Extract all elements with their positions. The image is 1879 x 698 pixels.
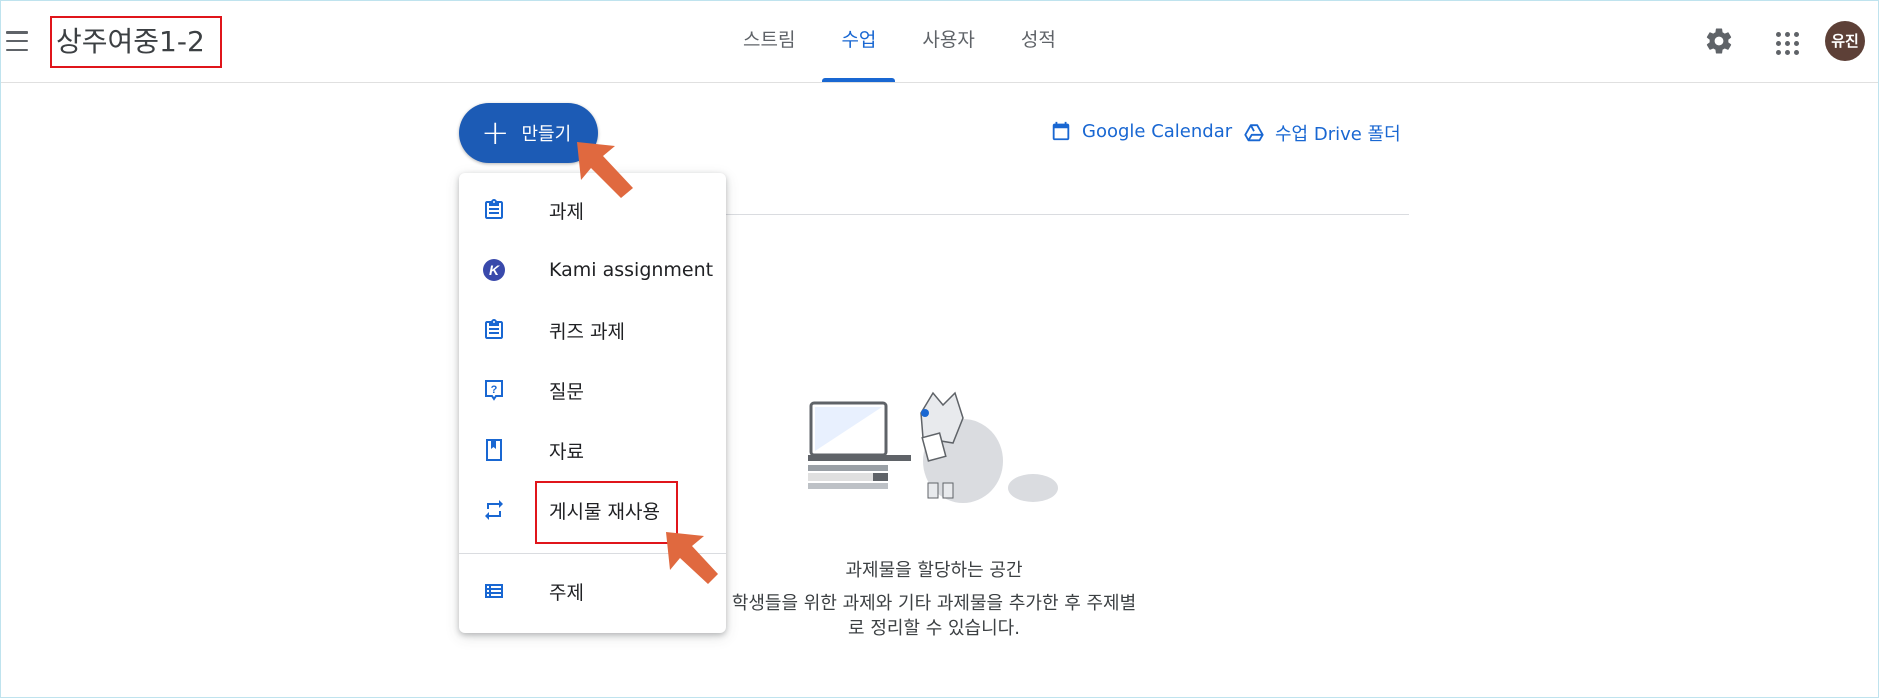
quiz-assignment-icon bbox=[481, 317, 507, 343]
menu-item-label: 자료 bbox=[549, 440, 584, 463]
calendar-link-label: Google Calendar bbox=[1082, 120, 1233, 142]
user-avatar[interactable]: 유진 bbox=[1825, 21, 1865, 61]
menu-item-label: 질문 bbox=[549, 380, 584, 403]
empty-state-title: 과제물을 할당하는 공간 bbox=[845, 560, 1023, 581]
menu-item-question[interactable]: ? 질문 bbox=[459, 365, 726, 415]
class-title[interactable]: 상주여중1-2 bbox=[50, 16, 222, 68]
google-apps-icon[interactable] bbox=[1770, 26, 1800, 56]
menu-item-label: 과제 bbox=[549, 200, 584, 223]
menu-item-label: 퀴즈 과제 bbox=[549, 320, 625, 343]
reuse-icon bbox=[481, 497, 507, 523]
menu-item-label: 게시물 재사용 bbox=[549, 500, 660, 523]
kami-icon: K bbox=[481, 257, 507, 283]
menu-item-material[interactable]: 자료 bbox=[459, 425, 726, 475]
tab-grades[interactable]: 성적 bbox=[998, 0, 1079, 82]
question-icon: ? bbox=[481, 377, 507, 403]
drive-icon bbox=[1244, 124, 1264, 142]
settings-gear-icon[interactable] bbox=[1704, 26, 1734, 56]
empty-state-desc-line-2: 로 정리할 수 있습니다. bbox=[848, 618, 1020, 639]
empty-state-description: 학생들을 위한 과제와 기타 과제물을 추가한 후 주제별 로 정리할 수 있습… bbox=[724, 591, 1144, 641]
svg-text:K: K bbox=[489, 262, 500, 278]
topic-divider bbox=[726, 214, 1409, 215]
menu-item-label: Kami assignment bbox=[549, 259, 714, 281]
calendar-icon bbox=[1052, 121, 1070, 141]
material-icon bbox=[481, 437, 507, 463]
main-menu-icon[interactable] bbox=[6, 28, 32, 54]
svg-text:?: ? bbox=[491, 384, 498, 396]
pointer-arrow-icon bbox=[577, 142, 633, 198]
plus-icon: + bbox=[481, 113, 510, 153]
class-drive-folder-link[interactable]: 수업 Drive 폴더 bbox=[1243, 120, 1401, 146]
tab-stream[interactable]: 스트림 bbox=[720, 0, 818, 82]
class-tabs: 스트림 수업 사용자 성적 bbox=[720, 0, 1079, 82]
pointer-arrow-icon bbox=[666, 532, 718, 584]
menu-item-reuse-post[interactable]: 게시물 재사용 bbox=[459, 485, 726, 535]
topic-icon bbox=[481, 578, 507, 604]
create-button-label: 만들기 bbox=[521, 124, 572, 145]
menu-item-quiz-assignment[interactable]: 퀴즈 과제 bbox=[459, 305, 726, 355]
empty-state-illustration bbox=[808, 391, 1058, 503]
top-app-bar: 상주여중1-2 스트림 수업 사용자 성적 유진 bbox=[0, 0, 1879, 83]
drive-link-label: 수업 Drive 폴더 bbox=[1275, 124, 1401, 145]
menu-item-label: 주제 bbox=[549, 581, 584, 604]
tab-people[interactable]: 사용자 bbox=[899, 0, 997, 82]
menu-item-kami-assignment[interactable]: K Kami assignment bbox=[459, 245, 726, 295]
google-calendar-link[interactable]: Google Calendar bbox=[1050, 120, 1232, 142]
empty-state-desc-line-1: 학생들을 위한 과제와 기타 과제물을 추가한 후 주제별 bbox=[731, 593, 1137, 614]
tab-classwork[interactable]: 수업 bbox=[818, 0, 899, 82]
assignment-icon bbox=[481, 197, 507, 223]
